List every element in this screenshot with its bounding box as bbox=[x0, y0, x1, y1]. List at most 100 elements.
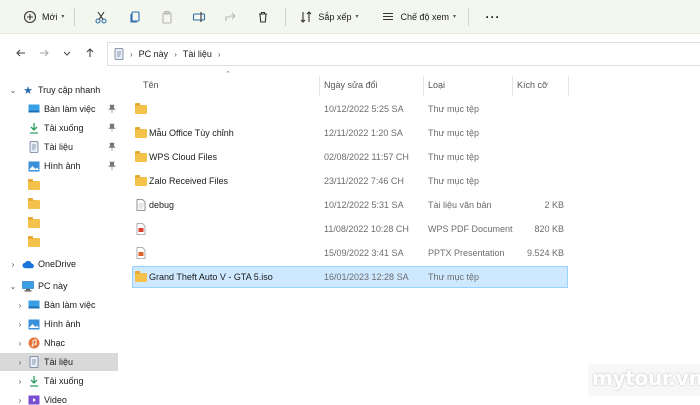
sidebar-item-pc-desktop[interactable]: › Bàn làm việc bbox=[0, 296, 118, 314]
column-header-modified[interactable]: Ngày sửa đổi bbox=[324, 74, 420, 96]
file-row[interactable]: 15/09/2022 3:41 SA PPTX Presentation 9.5… bbox=[132, 242, 568, 264]
rename-button[interactable] bbox=[185, 5, 213, 29]
chevron-down-icon[interactable]: ⌄ bbox=[8, 81, 18, 99]
new-button[interactable]: Mới ▾ bbox=[16, 5, 70, 29]
file-row[interactable]: Grand Theft Auto V - GTA 5.iso 16/01/202… bbox=[132, 266, 568, 288]
video-icon bbox=[28, 394, 40, 405]
file-row[interactable]: Mẫu Office Tùy chỉnh 12/11/2022 1:20 SA … bbox=[132, 122, 568, 144]
paste-button[interactable] bbox=[153, 5, 181, 29]
column-divider[interactable] bbox=[423, 76, 424, 96]
sidebar-item-label: Hình ảnh bbox=[44, 161, 81, 171]
sidebar-item-pc-documents[interactable]: › Tài liệu bbox=[0, 353, 118, 371]
file-row[interactable]: 11/08/2022 10:28 CH WPS PDF Document 820… bbox=[132, 218, 568, 240]
sidebar-item-folder[interactable] bbox=[0, 176, 118, 194]
pin-icon bbox=[108, 104, 116, 114]
chevron-right-icon[interactable]: › bbox=[15, 391, 25, 405]
file-row[interactable]: Zalo Received Files 23/11/2022 7:46 CH T… bbox=[132, 170, 568, 192]
column-header-label: Ngày sửa đổi bbox=[324, 80, 378, 90]
sidebar-item-pc-pictures[interactable]: › Hình ảnh bbox=[0, 315, 118, 333]
desktop-icon bbox=[28, 299, 40, 311]
file-modified: 15/09/2022 3:41 SA bbox=[324, 248, 404, 258]
document-icon bbox=[28, 356, 40, 368]
cut-button[interactable] bbox=[87, 5, 115, 29]
sort-icon bbox=[298, 9, 314, 25]
column-divider[interactable] bbox=[512, 76, 513, 96]
recent-locations-button[interactable] bbox=[56, 43, 78, 65]
arrow-up-icon bbox=[84, 47, 96, 61]
sidebar-item-folder[interactable] bbox=[0, 233, 118, 251]
sidebar-item-desktop[interactable]: Bàn làm việc bbox=[0, 100, 118, 118]
sidebar-item-pictures[interactable]: Hình ảnh bbox=[0, 157, 118, 175]
view-button[interactable]: Chế độ xem ▾ bbox=[374, 5, 462, 29]
sidebar-item-folder[interactable] bbox=[0, 195, 118, 213]
chevron-down-icon bbox=[62, 48, 72, 60]
cloud-icon bbox=[22, 258, 34, 270]
view-label: Chế độ xem bbox=[400, 11, 449, 22]
folder-icon bbox=[135, 126, 147, 139]
sidebar-item-label: Tài liệu bbox=[44, 142, 74, 152]
copy-button[interactable] bbox=[121, 5, 149, 29]
file-type: PPTX Presentation bbox=[428, 248, 505, 258]
sidebar-item-pc-music[interactable]: › Nhạc bbox=[0, 334, 118, 352]
sidebar-item-downloads[interactable]: Tải xuống bbox=[0, 119, 118, 137]
chevron-right-icon[interactable]: › bbox=[15, 372, 25, 390]
cut-icon bbox=[93, 9, 109, 25]
sidebar-item-pc-downloads[interactable]: › Tải xuống bbox=[0, 372, 118, 390]
copy-icon bbox=[127, 9, 143, 25]
view-icon bbox=[380, 9, 396, 25]
music-icon bbox=[28, 337, 40, 349]
toolbar-divider bbox=[285, 7, 287, 26]
chevron-right-icon[interactable]: › bbox=[15, 315, 25, 333]
sidebar-item-this-pc[interactable]: ⌄ PC này bbox=[0, 277, 118, 295]
column-header-size[interactable]: Kích cỡ bbox=[517, 74, 567, 96]
sidebar-item-label: Truy cập nhanh bbox=[38, 85, 101, 95]
breadcrumb-documents[interactable]: Tài liệu bbox=[183, 49, 212, 59]
sidebar-item-pc-videos[interactable]: › Video bbox=[0, 391, 118, 405]
breadcrumb-this-pc[interactable]: PC này bbox=[139, 49, 169, 59]
file-name: Mẫu Office Tùy chỉnh bbox=[149, 128, 234, 138]
download-icon bbox=[28, 375, 40, 387]
file-row[interactable]: 10/12/2022 5:25 SA Thư mục tệp bbox=[132, 98, 568, 120]
column-header-label: Loại bbox=[428, 80, 446, 90]
file-row[interactable]: debug 10/12/2022 5:31 SA Tài liệu văn bả… bbox=[132, 194, 568, 216]
pdf-file-icon bbox=[135, 223, 147, 235]
back-button[interactable] bbox=[10, 43, 32, 65]
file-size: 9.524 KB bbox=[526, 248, 564, 258]
file-type: Thư mục tệp bbox=[428, 272, 480, 282]
download-icon bbox=[28, 122, 40, 134]
rename-icon bbox=[191, 9, 207, 25]
plus-circle-icon bbox=[22, 9, 38, 25]
delete-button[interactable] bbox=[249, 5, 277, 29]
file-type: Thư mục tệp bbox=[428, 128, 480, 138]
sidebar-item-documents[interactable]: Tài liệu bbox=[0, 138, 118, 156]
sidebar-item-folder[interactable] bbox=[0, 214, 118, 232]
new-label: Mới bbox=[42, 11, 58, 22]
chevron-right-icon[interactable]: › bbox=[8, 255, 18, 273]
address-bar[interactable]: › PC này › Tài liệu › bbox=[107, 42, 700, 66]
folder-icon bbox=[28, 178, 40, 191]
column-divider[interactable] bbox=[568, 76, 569, 96]
column-header-label: Kích cỡ bbox=[517, 80, 548, 90]
file-modified: 23/11/2022 7:46 CH bbox=[324, 176, 404, 186]
watermark-logo: mytour.vn bbox=[592, 366, 700, 390]
column-header-type[interactable]: Loại bbox=[428, 74, 508, 96]
column-divider[interactable] bbox=[319, 76, 320, 96]
chevron-down-icon[interactable]: ⌄ bbox=[8, 277, 18, 295]
breadcrumb-separator-icon: › bbox=[174, 49, 177, 59]
sort-button[interactable]: Sắp xếp ▾ bbox=[292, 5, 364, 29]
sidebar-item-label: OneDrive bbox=[38, 259, 77, 269]
sidebar-item-quick-access[interactable]: ⌄ ★ Truy cập nhanh bbox=[0, 81, 118, 99]
more-icon: ··· bbox=[485, 9, 501, 24]
share-button[interactable] bbox=[217, 5, 245, 29]
chevron-right-icon[interactable]: › bbox=[15, 353, 25, 371]
forward-button[interactable] bbox=[33, 43, 55, 65]
chevron-right-icon[interactable]: › bbox=[15, 296, 25, 314]
pin-icon bbox=[108, 161, 116, 171]
file-row[interactable]: WPS Cloud Files 02/08/2022 11:57 CH Thư … bbox=[132, 146, 568, 168]
more-options-button[interactable]: ··· bbox=[479, 5, 507, 29]
up-button[interactable] bbox=[79, 43, 101, 65]
sidebar-item-onedrive[interactable]: › OneDrive bbox=[0, 255, 118, 273]
chevron-right-icon[interactable]: › bbox=[15, 334, 25, 352]
file-type: Thư mục tệp bbox=[428, 104, 480, 114]
chevron-down-icon: ▾ bbox=[61, 14, 65, 20]
